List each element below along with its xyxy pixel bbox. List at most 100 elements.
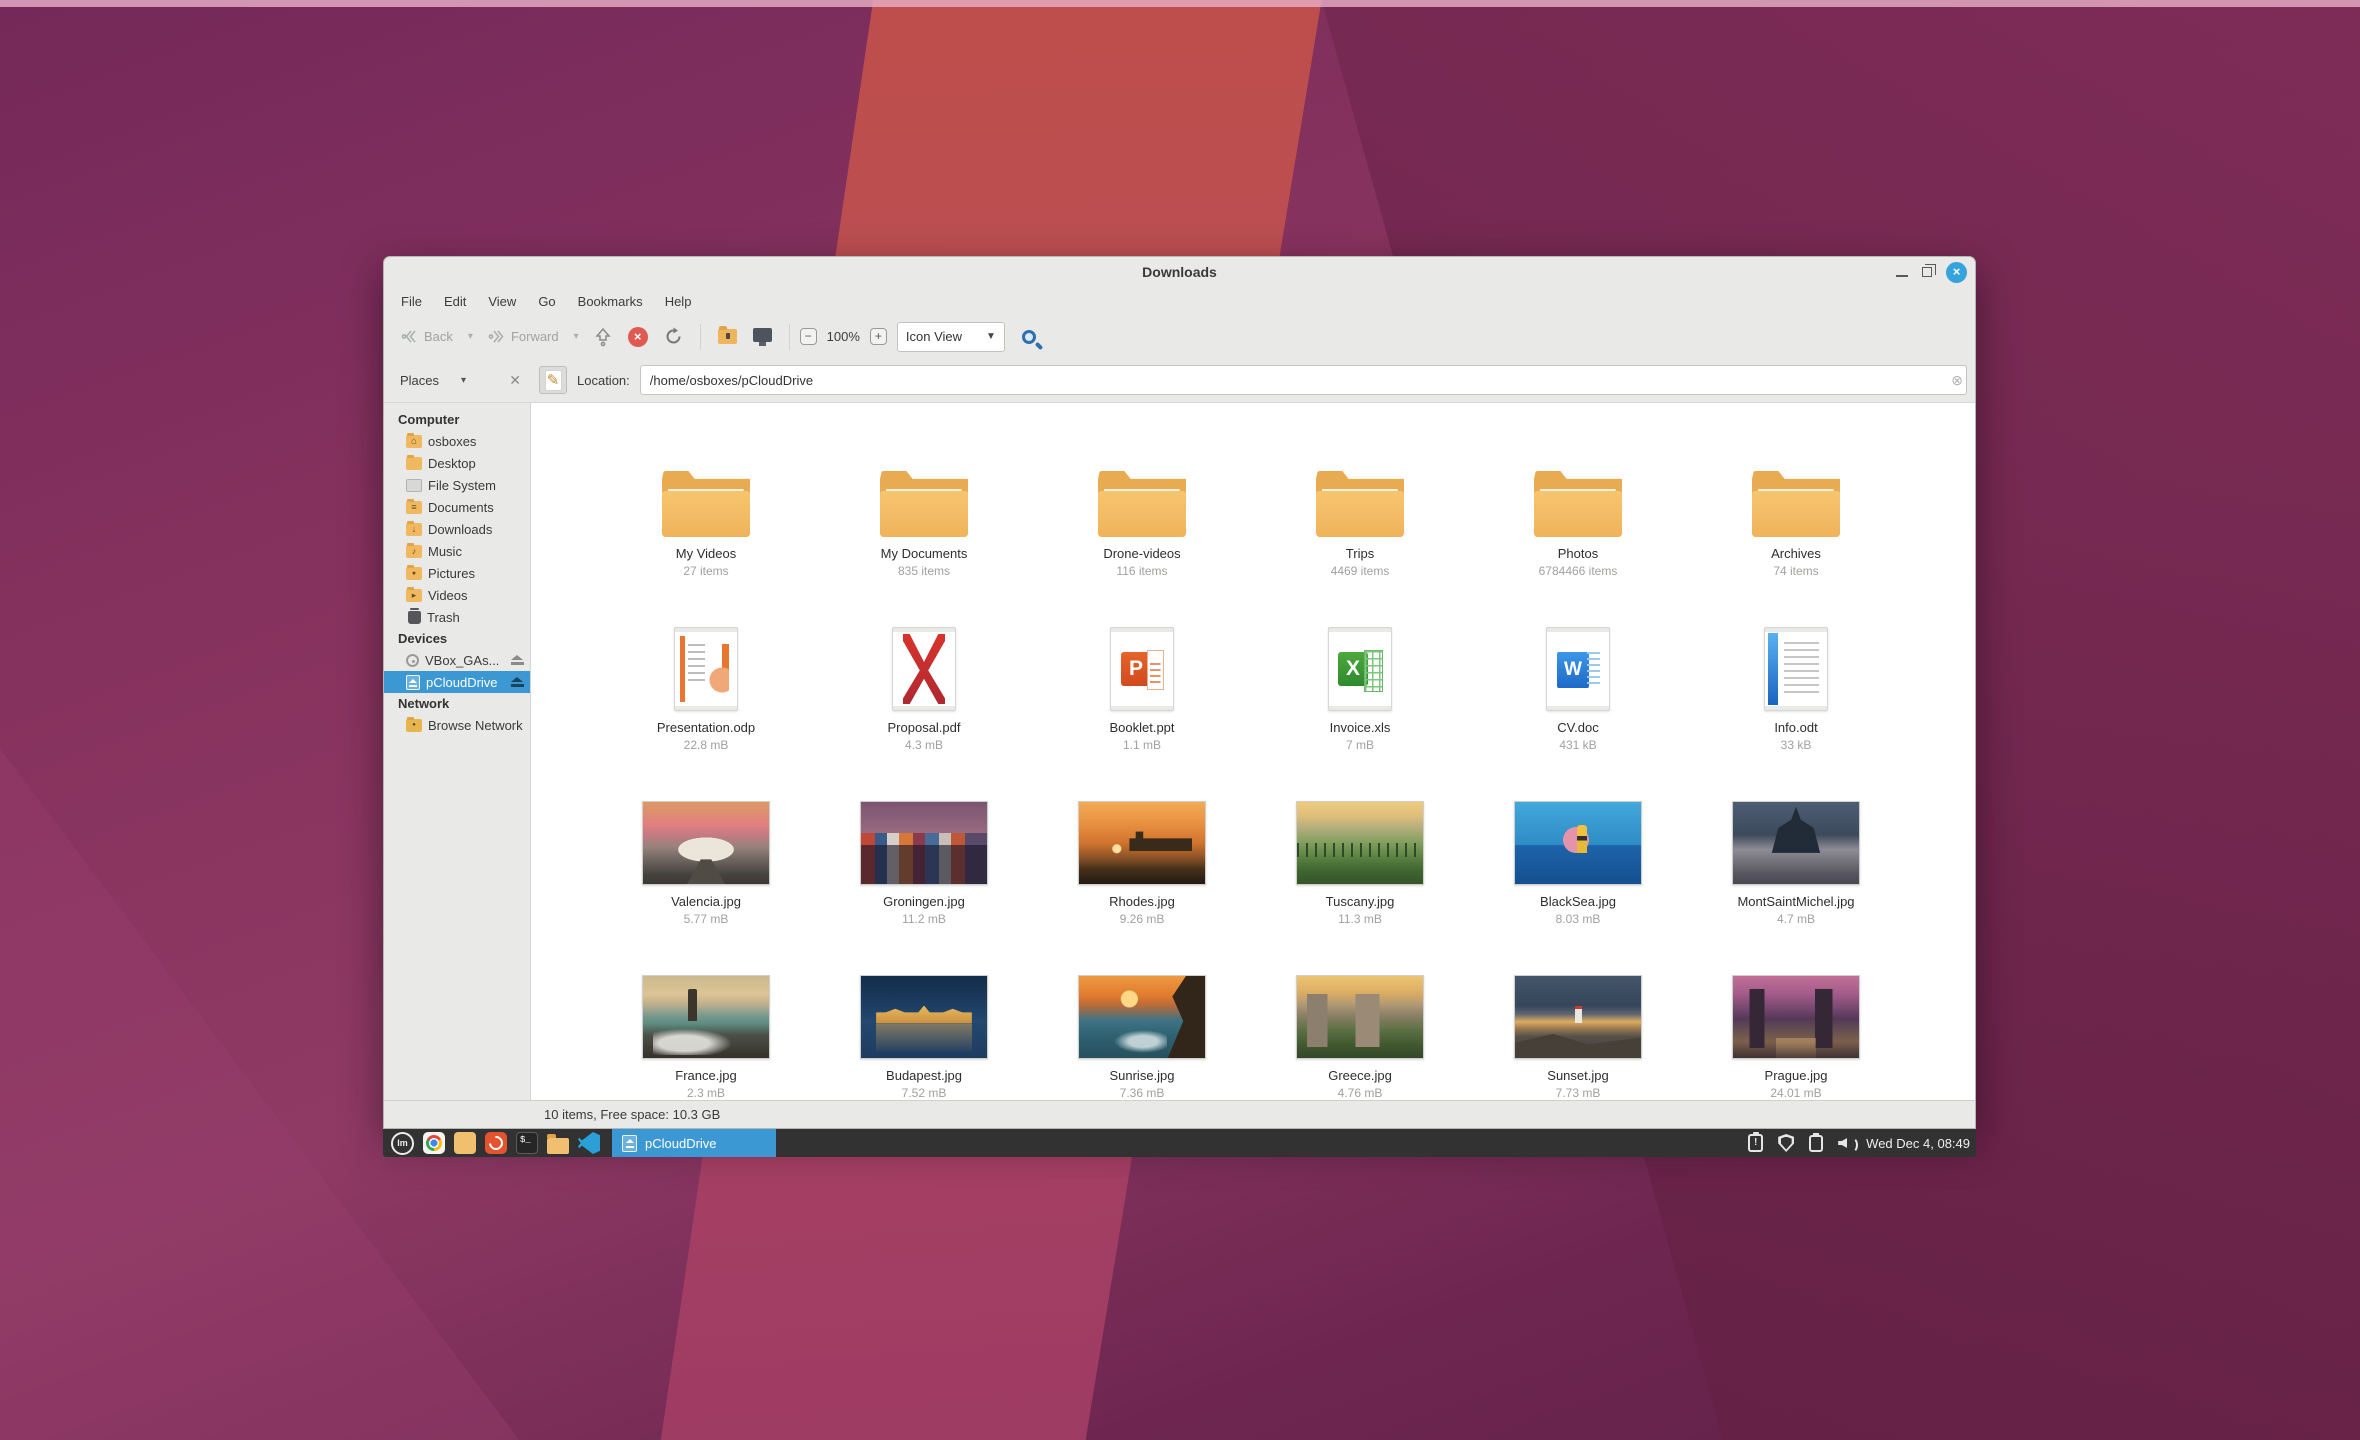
shield-icon[interactable] [1778, 1134, 1794, 1152]
odt-file-icon [1764, 627, 1828, 711]
file-meta: 5.77 mB [684, 912, 729, 926]
sidebar-item-browse-network[interactable]: Browse Network [384, 714, 530, 736]
menu-item-bookmarks[interactable]: Bookmarks [569, 290, 652, 313]
home-folder-button[interactable] [711, 323, 744, 350]
file-icon-wrap [1534, 441, 1622, 537]
file-item-trips[interactable]: Trips4469 items [1251, 441, 1469, 615]
volume-icon[interactable] [1838, 1134, 1856, 1152]
back-button[interactable]: Back [394, 323, 460, 350]
file-item-cv-doc[interactable]: CV.doc431 kB [1469, 615, 1687, 789]
sidebar-item-pictures[interactable]: Pictures [384, 562, 530, 584]
chrome-icon[interactable] [423, 1132, 445, 1154]
image-thumbnail [860, 801, 988, 885]
eject-icon[interactable] [511, 677, 524, 687]
go-up-button[interactable] [587, 321, 619, 353]
sidebar-item-file-system[interactable]: File System [384, 474, 530, 496]
file-item-proposal-pdf[interactable]: Proposal.pdf4.3 mB [815, 615, 1033, 789]
places-close-icon[interactable]: ✕ [509, 372, 521, 389]
terminal-icon[interactable] [516, 1132, 538, 1154]
desktop-button[interactable] [746, 326, 779, 348]
sidebar-item-pclouddrive[interactable]: pCloudDrive [384, 671, 530, 693]
menu-item-edit[interactable]: Edit [435, 290, 475, 313]
menu-item-help[interactable]: Help [656, 290, 701, 313]
file-item-booklet-ppt[interactable]: Booklet.ppt1.1 mB [1033, 615, 1251, 789]
menu-item-view[interactable]: View [479, 290, 525, 313]
back-history-caret[interactable]: ▾ [462, 331, 479, 342]
file-icon-wrap [1764, 615, 1828, 711]
sidebar-item-osboxes[interactable]: osboxes [384, 430, 530, 452]
file-item-budapest-jpg[interactable]: Budapest.jpg7.52 mB [815, 963, 1033, 1100]
menu-item-file[interactable]: File [392, 290, 431, 313]
search-icon [1022, 330, 1036, 344]
zoom-level: 100% [819, 329, 868, 344]
file-item-valencia-jpg[interactable]: Valencia.jpg5.77 mB [597, 789, 815, 963]
image-thumbnail [1732, 975, 1860, 1059]
places-dropdown-caret[interactable]: ▾ [461, 375, 466, 386]
sidebar-item-music[interactable]: Music [384, 540, 530, 562]
forward-history-caret[interactable]: ▾ [568, 331, 585, 342]
file-item-invoice-xls[interactable]: Invoice.xls7 mB [1251, 615, 1469, 789]
file-item-rhodes-jpg[interactable]: Rhodes.jpg9.26 mB [1033, 789, 1251, 963]
view-mode-select[interactable]: Icon View ▼ [897, 322, 1005, 352]
toolbar: Back ▾ Forward ▾ × − 100% + Icon View ▼ [384, 315, 1975, 358]
file-grid: My Videos27 itemsMy Documents835 itemsDr… [531, 403, 1975, 1100]
file-item-sunrise-jpg[interactable]: Sunrise.jpg7.36 mB [1033, 963, 1251, 1100]
folder-icon [1098, 471, 1186, 537]
file-item-groningen-jpg[interactable]: Groningen.jpg11.2 mB [815, 789, 1033, 963]
mint-menu-icon[interactable] [391, 1132, 414, 1155]
menu-item-go[interactable]: Go [529, 290, 564, 313]
sidebar-item-videos[interactable]: Videos [384, 584, 530, 606]
browser-icon[interactable] [485, 1132, 507, 1154]
eject-icon[interactable] [511, 655, 524, 665]
file-item-photos[interactable]: Photos6784466 items [1469, 441, 1687, 615]
file-item-my-documents[interactable]: My Documents835 items [815, 441, 1033, 615]
vscode-icon[interactable] [578, 1132, 600, 1154]
edit-location-button[interactable]: ✎ [539, 366, 567, 394]
file-item-presentation-odp[interactable]: Presentation.odp22.8 mB [597, 615, 815, 789]
file-item-sunset-jpg[interactable]: Sunset.jpg7.73 mB [1469, 963, 1687, 1100]
files-app-icon[interactable] [454, 1132, 476, 1154]
file-item-tuscany-jpg[interactable]: Tuscany.jpg11.3 mB [1251, 789, 1469, 963]
zoom-in-button[interactable]: + [870, 328, 887, 345]
file-icon-wrap [674, 615, 738, 711]
sidebar-item-desktop[interactable]: Desktop [384, 452, 530, 474]
file-icon-wrap [1732, 789, 1860, 885]
battery-icon[interactable] [1809, 1135, 1823, 1152]
refresh-button[interactable] [657, 321, 690, 352]
folder-icon[interactable] [547, 1138, 569, 1154]
file-item-archives[interactable]: Archives74 items [1687, 441, 1905, 615]
location-label: Location: [577, 373, 630, 388]
image-thumbnail [1732, 801, 1860, 885]
videos-icon [406, 589, 422, 602]
sidebar-item-documents[interactable]: Documents [384, 496, 530, 518]
stop-button[interactable]: × [621, 321, 655, 353]
taskbar-active-task[interactable]: pCloudDrive [612, 1129, 776, 1157]
taskbar-clock[interactable]: Wed Dec 4, 08:49 [1866, 1136, 1976, 1151]
sidebar-item-downloads[interactable]: Downloads [384, 518, 530, 540]
sidebar-item-label: Downloads [428, 522, 492, 537]
file-manager-window: Downloads × FileEditViewGoBookmarksHelp … [383, 256, 1976, 1129]
file-name: Rhodes.jpg [1109, 894, 1175, 909]
file-icon-wrap [642, 789, 770, 885]
forward-button[interactable]: Forward [481, 323, 566, 350]
sidebar-item-vbox-gas[interactable]: VBox_GAs... [384, 649, 530, 671]
sidebar-item-trash[interactable]: Trash [384, 606, 530, 628]
file-item-my-videos[interactable]: My Videos27 items [597, 441, 815, 615]
file-item-blacksea-jpg[interactable]: BlackSea.jpg8.03 mB [1469, 789, 1687, 963]
minimize-button[interactable] [1896, 275, 1908, 277]
file-item-france-jpg[interactable]: France.jpg2.3 mB [597, 963, 815, 1100]
clear-location-icon[interactable]: ⊗ [1951, 372, 1963, 389]
search-button[interactable] [1015, 324, 1043, 350]
file-item-montsaintmichel-jpg[interactable]: MontSaintMichel.jpg4.7 mB [1687, 789, 1905, 963]
maximize-button[interactable] [1922, 267, 1932, 277]
close-button[interactable]: × [1946, 262, 1967, 283]
clipboard-icon[interactable] [1748, 1134, 1763, 1152]
titlebar[interactable]: Downloads × [384, 257, 1975, 287]
file-name: Sunset.jpg [1547, 1068, 1608, 1083]
location-input[interactable] [640, 365, 1968, 395]
file-item-info-odt[interactable]: Info.odt33 kB [1687, 615, 1905, 789]
file-item-drone-videos[interactable]: Drone-videos116 items [1033, 441, 1251, 615]
zoom-out-button[interactable]: − [800, 328, 817, 345]
file-item-greece-jpg[interactable]: Greece.jpg4.76 mB [1251, 963, 1469, 1100]
file-item-prague-jpg[interactable]: Prague.jpg24.01 mB [1687, 963, 1905, 1100]
